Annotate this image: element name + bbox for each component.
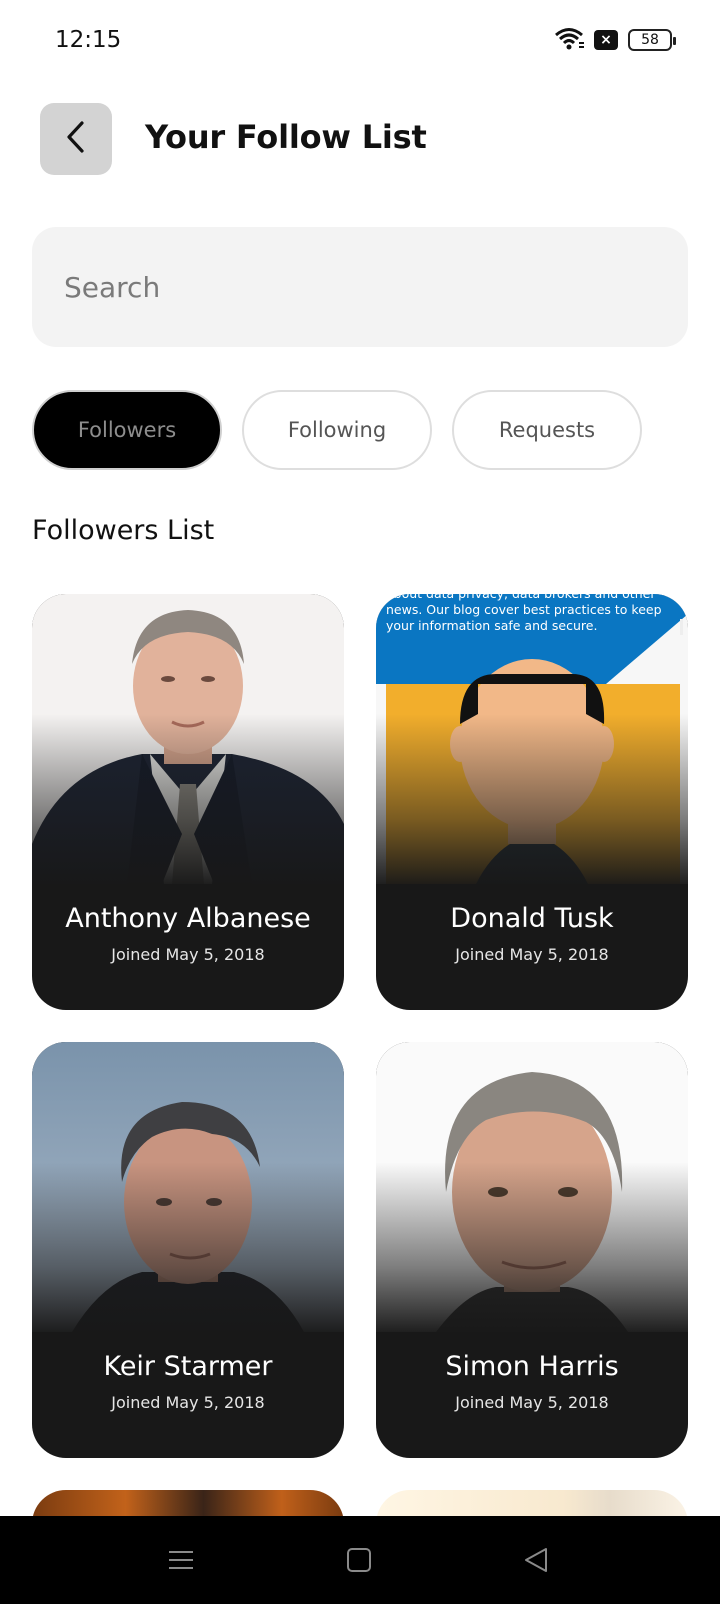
banner-text: about data privacy, data brokers and oth… (386, 594, 662, 633)
system-nav-bar (0, 1516, 720, 1604)
status-bar: 12:15 × 58 (0, 0, 720, 84)
status-time: 12:15 (55, 27, 122, 53)
search-input[interactable] (32, 227, 688, 347)
follower-card[interactable]: Simon Harris Joined May 5, 2018 (376, 1042, 688, 1458)
follower-name: Anthony Albanese (65, 903, 311, 934)
tab-label: Requests (498, 418, 596, 442)
tab-requests[interactable]: Requests (452, 390, 642, 470)
follower-card[interactable]: Anthony Albanese Joined May 5, 2018 (32, 594, 344, 1010)
follow-list-screen: 12:15 × 58 Your Follow List Search Follo… (0, 0, 720, 1604)
follower-card[interactable]: Keir Starmer Joined May 5, 2018 (32, 1042, 344, 1458)
follower-card[interactable]: about data privacy, data brokers and oth… (376, 594, 688, 1010)
tab-followers[interactable]: Followers (32, 390, 222, 470)
follower-name: Simon Harris (445, 1351, 619, 1382)
chevron-left-icon (62, 120, 90, 158)
battery-level: 58 (641, 32, 659, 48)
follower-joined-date: Joined May 5, 2018 (455, 1393, 609, 1412)
menu-icon[interactable] (161, 1540, 201, 1580)
card-fade (376, 1162, 688, 1337)
card-fade (32, 714, 344, 889)
card-fade (376, 714, 688, 889)
tab-label: Followers (77, 418, 177, 442)
tab-label: Following (287, 418, 387, 442)
home-square-icon[interactable] (339, 1540, 379, 1580)
notification-x-icon: × (594, 30, 618, 50)
battery-icon: 58 (628, 29, 676, 51)
card-fade (32, 1162, 344, 1337)
follower-joined-date: Joined May 5, 2018 (455, 945, 609, 964)
status-icons: × 58 (554, 26, 676, 54)
follower-joined-date: Joined May 5, 2018 (111, 1393, 265, 1412)
back-button[interactable] (40, 103, 112, 175)
follower-joined-date: Joined May 5, 2018 (111, 945, 265, 964)
search-box[interactable] (32, 227, 688, 347)
follower-name: Donald Tusk (450, 903, 614, 934)
section-title: Followers List (32, 515, 215, 546)
back-triangle-icon[interactable] (516, 1540, 556, 1580)
follower-name: Keir Starmer (103, 1351, 273, 1382)
page-title: Your Follow List (145, 118, 427, 156)
tab-following[interactable]: Following (242, 390, 432, 470)
wifi-icon (554, 26, 584, 54)
